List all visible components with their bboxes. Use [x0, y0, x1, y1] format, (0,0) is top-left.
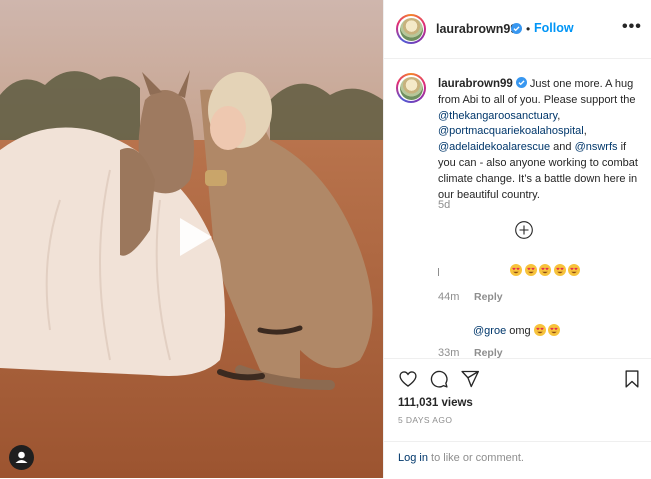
- heart-eyes-emoji-icon: [553, 264, 566, 277]
- heart-eyes-emoji-icon: [539, 264, 551, 277]
- heart-eyes-emoji-icon: [533, 324, 546, 336]
- caption-author-avatar[interactable]: [396, 73, 426, 103]
- caption-age: 5d: [438, 199, 451, 211]
- heart-eyes-emoji-icon: [524, 264, 537, 277]
- comment-author-placeholder: [438, 268, 439, 276]
- post-caption: laurabrown99 Just one more. A hug from A…: [438, 77, 642, 203]
- view-count[interactable]: 111,031 views: [398, 397, 473, 409]
- mention-link[interactable]: @thekangaroosanctuary: [438, 110, 557, 122]
- reply-button[interactable]: Reply: [474, 291, 503, 303]
- heart-eyes-emoji-icon: [510, 264, 522, 277]
- login-link[interactable]: Log in: [398, 452, 428, 464]
- user-tag-icon: [15, 451, 28, 463]
- video-player[interactable]: [0, 0, 383, 478]
- separator-dot: •: [526, 22, 531, 36]
- plus-circle-icon[interactable]: [514, 220, 534, 240]
- reply-button[interactable]: Reply: [474, 347, 503, 358]
- more-options-button[interactable]: •••: [622, 18, 642, 36]
- comment-emoji-row: [510, 264, 583, 277]
- caption-username[interactable]: laurabrown99: [438, 78, 513, 90]
- post-header: laurabrown99 • Follow •••: [384, 0, 651, 59]
- heart-icon[interactable]: [398, 369, 418, 389]
- follow-button[interactable]: Follow: [534, 21, 574, 35]
- comment-mention[interactable]: @groe: [473, 325, 506, 337]
- caption-separator: ,: [557, 109, 561, 122]
- post-actions: 111,031 views 5 DAYS AGO: [384, 358, 651, 442]
- author-avatar[interactable]: [396, 14, 426, 44]
- avatar-image: [399, 76, 423, 100]
- verified-badge-icon: [515, 77, 527, 88]
- heart-eyes-emoji-icon: [548, 324, 561, 336]
- login-rest-text: to like or comment.: [431, 452, 524, 464]
- heart-eyes-emoji-icon: [568, 264, 580, 277]
- instagram-post-view: laurabrown99 • Follow ••• laurabrown99 J…: [0, 0, 651, 478]
- caption-and: and: [553, 141, 572, 154]
- login-text: Log in to like or comment.: [398, 452, 524, 464]
- author-username[interactable]: laurabrown99: [436, 22, 517, 36]
- comments-section[interactable]: laurabrown99 Just one more. A hug from A…: [384, 59, 651, 358]
- mention-link[interactable]: @nswrfs: [575, 141, 618, 153]
- comment-item: @groe omg: [473, 324, 563, 337]
- comment-bubble-icon[interactable]: [429, 369, 449, 389]
- play-icon[interactable]: [166, 210, 220, 264]
- avatar-image: [399, 17, 423, 41]
- verified-badge-icon: [511, 23, 522, 34]
- user-tag-button[interactable]: [9, 445, 34, 470]
- caption-separator: ,: [583, 125, 587, 138]
- mention-link[interactable]: @portmacquariekoalahospital: [438, 125, 584, 137]
- post-date[interactable]: 5 DAYS AGO: [398, 415, 452, 425]
- bookmark-icon[interactable]: [622, 369, 642, 389]
- mention-link[interactable]: @adelaidekoalarescue: [438, 141, 550, 153]
- comment-time: 44m: [438, 291, 460, 303]
- post-side-panel: laurabrown99 • Follow ••• laurabrown99 J…: [383, 0, 651, 478]
- comment-text: omg: [509, 325, 531, 337]
- paper-plane-icon[interactable]: [460, 369, 480, 389]
- login-prompt: Log in to like or comment.: [384, 441, 651, 479]
- comment-time: 33m: [438, 347, 460, 358]
